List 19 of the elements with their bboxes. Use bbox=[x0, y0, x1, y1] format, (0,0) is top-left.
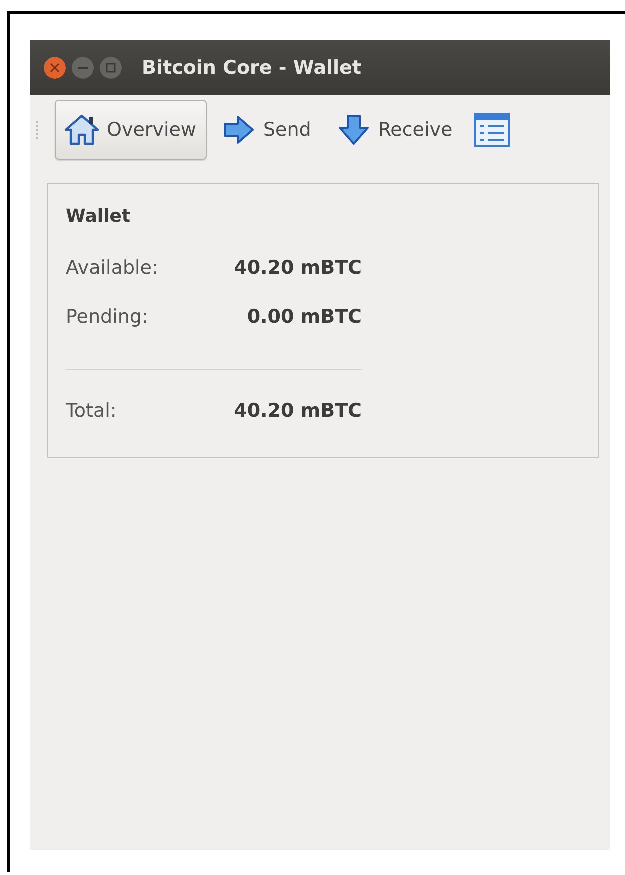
total-value: 40.20 mBTC bbox=[233, 400, 362, 422]
down-arrow-icon bbox=[337, 113, 372, 147]
house-icon bbox=[64, 113, 100, 147]
minimize-button[interactable] bbox=[72, 56, 94, 78]
toolbar-grip[interactable] bbox=[36, 121, 41, 139]
total-label: Total: bbox=[66, 400, 118, 422]
close-button[interactable] bbox=[44, 56, 66, 78]
toolbar-button[interactable]: Send bbox=[213, 100, 322, 160]
balance-value: 0.00 mBTC bbox=[246, 306, 362, 328]
toolbar-button[interactable]: Overview bbox=[55, 100, 208, 160]
balance-label: Pending: bbox=[66, 306, 150, 328]
toolbar-button[interactable]: Receive bbox=[328, 100, 464, 160]
right-arrow-icon bbox=[222, 114, 256, 146]
window-title: Bitcoin Core - Wallet bbox=[142, 56, 362, 78]
maximize-button[interactable] bbox=[100, 56, 122, 78]
balance-label: Available: bbox=[66, 256, 160, 278]
list-icon[interactable] bbox=[474, 112, 510, 148]
balance-value: 40.20 mBTC bbox=[233, 256, 362, 278]
panel-title: Wallet bbox=[66, 206, 132, 227]
